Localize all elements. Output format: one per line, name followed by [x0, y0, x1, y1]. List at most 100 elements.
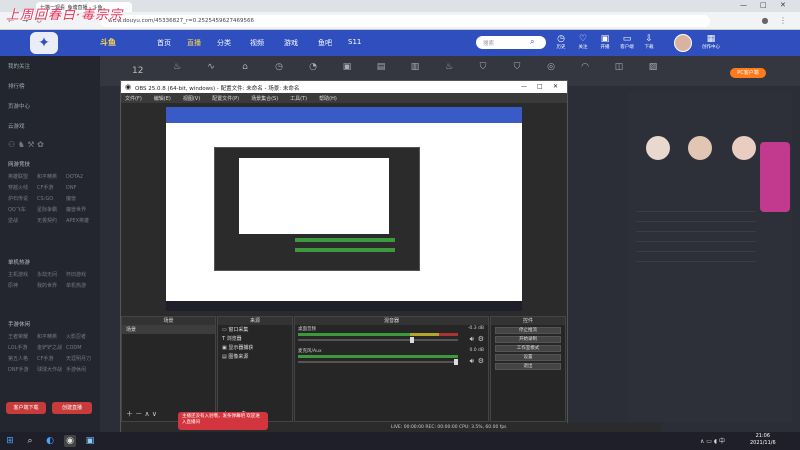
speaker-icon[interactable]: 🔊︎ — [470, 357, 474, 366]
anchor-avatar[interactable] — [732, 136, 756, 160]
volume-slider[interactable] — [298, 359, 458, 365]
danmu-banner[interactable]: 主播还没有入驻哦，发条弹幕吧 欢迎进入直播间 — [178, 412, 268, 430]
category-icon[interactable]: ⛉ — [470, 62, 496, 72]
client-download-button[interactable]: 客户端下载 — [6, 402, 46, 414]
menu-icon[interactable]: ⋮ — [778, 16, 788, 26]
add-icon[interactable]: ＋ — [126, 410, 133, 418]
sidebar-link[interactable]: 原神 — [8, 281, 37, 292]
category-icon[interactable]: ▣ — [334, 62, 360, 72]
nav-category[interactable]: 分类 — [217, 38, 231, 48]
sidebar-link[interactable]: DNF手游 — [8, 365, 37, 376]
creator-center-button[interactable]: ▦ 创作中心 — [700, 34, 722, 50]
remove-icon[interactable]: － — [135, 410, 142, 418]
follow-button[interactable]: ♡ 关注 — [572, 34, 594, 50]
create-live-button[interactable]: 创建直播 — [52, 402, 92, 414]
menu-scene-collection[interactable]: 场景集合(S) — [251, 96, 278, 102]
minimize-icon[interactable]: — — [521, 83, 527, 90]
close-icon[interactable]: ✕ — [780, 1, 786, 9]
sidebar-link[interactable]: APEX英雄 — [66, 216, 95, 227]
sidebar-item-webgame[interactable]: 页游中心 — [8, 102, 30, 110]
sidebar-link[interactable]: 魔兽 — [66, 194, 95, 205]
menu-file[interactable]: 文件(F) — [125, 96, 142, 102]
speaker-icon[interactable]: 🔊︎ — [470, 335, 474, 344]
anchor-avatar[interactable] — [646, 136, 670, 160]
menu-edit[interactable]: 编辑(E) — [154, 96, 171, 102]
menu-profile[interactable]: 配置文件(P) — [212, 96, 239, 102]
taskbar-clock[interactable]: 21:06 2021/11/6 — [750, 433, 776, 447]
studio-mode-button[interactable]: 工作室模式 — [495, 345, 561, 352]
sidebar-link[interactable]: 英雄联盟 — [8, 172, 37, 183]
sidebar-link[interactable]: 第五人格 — [8, 354, 37, 365]
sidebar-item-follow[interactable]: 我的关注 — [8, 62, 30, 70]
sidebar-link[interactable]: 王者荣耀 — [8, 332, 37, 343]
source-item[interactable]: ▭ 窗口采集 — [218, 325, 292, 334]
sidebar-link[interactable]: 我的世界 — [37, 281, 66, 292]
volume-slider[interactable] — [298, 337, 458, 343]
promo-banner[interactable] — [760, 142, 790, 212]
stop-streaming-button[interactable]: 停止推流 — [495, 327, 561, 334]
sidebar-link[interactable]: CF手游 — [37, 183, 66, 194]
exit-button[interactable]: 退出 — [495, 363, 561, 370]
category-icon[interactable]: ◫ — [606, 62, 632, 72]
sidebar-link[interactable]: 手游休闲 — [66, 365, 95, 376]
category-icon[interactable]: ⌂ — [232, 62, 258, 72]
sidebar-link[interactable]: CS:GO — [37, 194, 66, 205]
close-icon[interactable]: ✕ — [553, 83, 558, 90]
sidebar-link[interactable]: LOL手游 — [8, 343, 37, 354]
sidebar-link[interactable]: 逆战 — [8, 216, 37, 227]
pc-client-button[interactable]: PC客户端 — [730, 68, 766, 78]
sidebar-link[interactable]: 火影忍者 — [66, 332, 95, 343]
minimize-icon[interactable]: — — [740, 1, 747, 9]
sidebar-link[interactable]: 单机热游 — [66, 281, 95, 292]
search-icon[interactable]: ⌕ — [24, 435, 36, 447]
source-item[interactable]: ▤ 图像来源 — [218, 352, 292, 361]
sidebar-link[interactable]: CF手游 — [37, 354, 66, 365]
brand-name[interactable]: 斗鱼 — [100, 37, 116, 48]
category-icon[interactable]: ◠ — [572, 62, 598, 72]
user-avatar[interactable] — [674, 34, 692, 52]
category-icon[interactable]: ◷ — [266, 62, 292, 72]
maximize-icon[interactable]: □ — [537, 83, 543, 90]
nav-yuba[interactable]: 鱼吧 — [318, 38, 332, 48]
settings-button[interactable]: 设置 — [495, 354, 561, 361]
up-icon[interactable]: ∧ — [144, 410, 149, 418]
sidebar-link[interactable]: 主机游戏 — [8, 270, 37, 281]
slider-handle[interactable] — [410, 337, 414, 343]
obs-preview[interactable] — [166, 107, 522, 311]
source-item[interactable]: ▣ 显示器捕获 — [218, 343, 292, 352]
maximize-icon[interactable]: □ — [760, 1, 767, 9]
edge-icon[interactable]: ◐ — [44, 435, 56, 447]
category-icon[interactable]: ⛉ — [504, 62, 530, 72]
sidebar-link[interactable]: 和平精英 — [37, 332, 66, 343]
sidebar-link[interactable]: 球球大作战 — [37, 365, 66, 376]
menu-view[interactable]: 视图(V) — [183, 96, 200, 102]
sidebar-link[interactable]: 怀旧游戏 — [66, 270, 95, 281]
category-icon[interactable]: ◎ — [538, 62, 564, 72]
slider-handle[interactable] — [454, 359, 458, 365]
gear-icon[interactable]: ⚙ — [478, 357, 484, 365]
category-icon[interactable]: ∿ — [198, 62, 224, 72]
start-recording-button[interactable]: 开始录制 — [495, 336, 561, 343]
sidebar-link[interactable]: 穿越火线 — [8, 183, 37, 194]
scene-item[interactable]: 场景 — [122, 325, 215, 334]
start-live-button[interactable]: ▣ 开播 — [594, 34, 616, 50]
sidebar-link[interactable]: DOTA2 — [66, 172, 95, 183]
gear-icon[interactable]: ⚙ — [478, 335, 484, 343]
category-icon[interactable]: ▤ — [368, 62, 394, 72]
source-item[interactable]: T 浏览器 — [218, 334, 292, 343]
douyu-logo[interactable]: ✦ — [30, 32, 58, 54]
profile-icon[interactable]: ● — [760, 16, 770, 26]
nav-s11[interactable]: S11 — [348, 38, 361, 46]
search-icon[interactable]: ⌕ — [530, 37, 534, 47]
category-icon[interactable]: ▥ — [402, 62, 428, 72]
obs-taskbar-icon[interactable]: ◉ — [64, 435, 76, 447]
sidebar-link[interactable]: QQ飞车 — [8, 205, 37, 216]
down-icon[interactable]: ∨ — [152, 410, 157, 418]
sidebar-link[interactable]: 无畏契约 — [37, 216, 66, 227]
category-icon[interactable]: ♨ — [164, 62, 190, 72]
url-input[interactable]: www.douyu.com/45336827_r=0.2525459627469… — [100, 15, 710, 27]
download-button[interactable]: ⇩ 下载 — [638, 34, 660, 50]
sidebar-item-ranking[interactable]: 排行榜 — [8, 82, 25, 90]
sidebar-link[interactable]: 天涯明月刀 — [66, 354, 95, 365]
sidebar-item-cloudgame[interactable]: 云游戏 — [8, 122, 25, 130]
